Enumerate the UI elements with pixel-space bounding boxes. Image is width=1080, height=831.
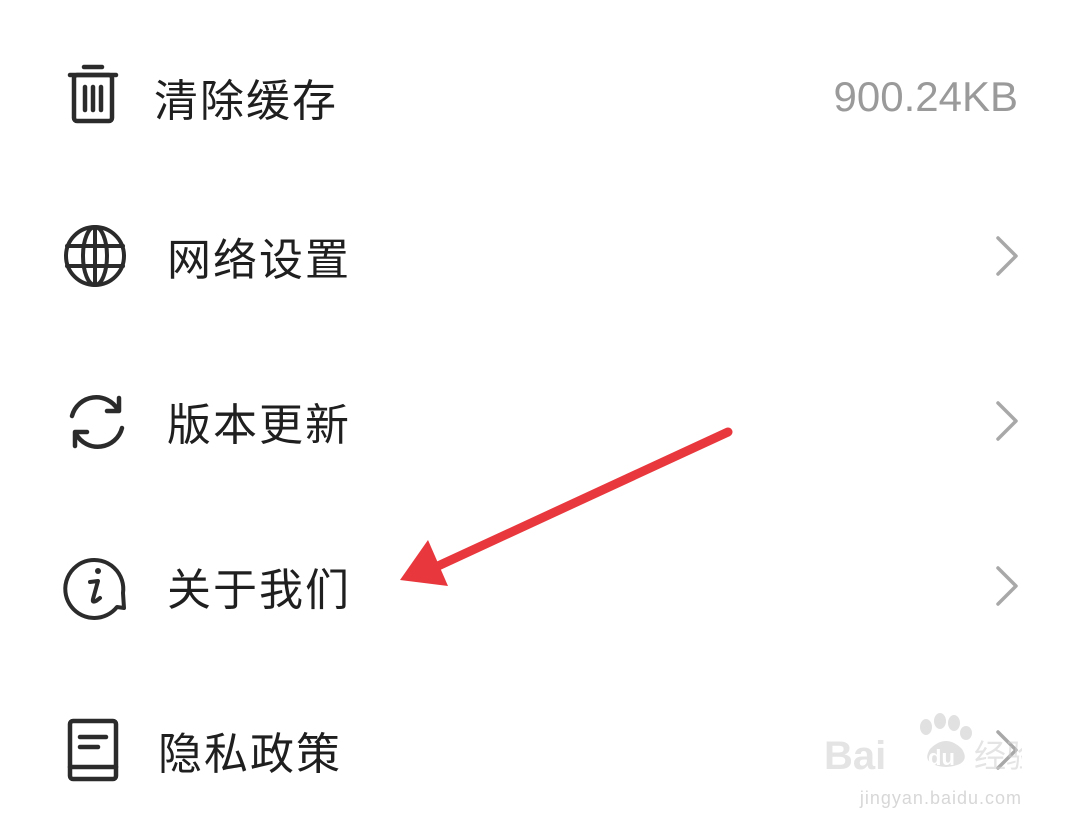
about-us-row[interactable]: 关于我们 <box>0 503 1080 669</box>
cache-size-value: 900.24KB <box>833 73 1019 120</box>
document-icon <box>62 715 132 785</box>
watermark-url: jingyan.baidu.com <box>859 788 1022 808</box>
privacy-policy-label: 隐私政策 <box>158 729 342 780</box>
chevron-right-icon <box>994 399 1022 443</box>
version-update-label: 版本更新 <box>167 400 351 451</box>
watermark-brand-cn: 经验 <box>974 737 1022 775</box>
network-settings-label: 网络设置 <box>167 235 351 286</box>
baidu-paw-logo-icon: Bai du 经验 <box>824 713 1022 778</box>
network-settings-row[interactable]: 网络设置 <box>0 173 1080 339</box>
globe-icon <box>62 221 132 291</box>
about-us-label: 关于我们 <box>167 565 351 616</box>
watermark-brand-latin: Bai <box>824 734 886 778</box>
chevron-right-icon <box>994 234 1022 278</box>
refresh-icon <box>62 386 132 456</box>
clear-cache-row[interactable]: 清除缓存 900.24KB <box>0 14 1080 180</box>
version-update-row[interactable]: 版本更新 <box>0 338 1080 504</box>
watermark-brand-du: du <box>928 745 955 770</box>
clear-cache-label: 清除缓存 <box>154 76 338 127</box>
info-bubble-icon <box>62 551 132 621</box>
watermark: Bai du 经验 jingyan.baidu.com <box>822 709 1022 809</box>
trash-icon <box>62 62 132 132</box>
chevron-right-icon <box>994 564 1022 608</box>
settings-list: 清除缓存 900.24KB 网络设置 版本更新 关于我们 隐私政策 <box>0 0 1080 831</box>
